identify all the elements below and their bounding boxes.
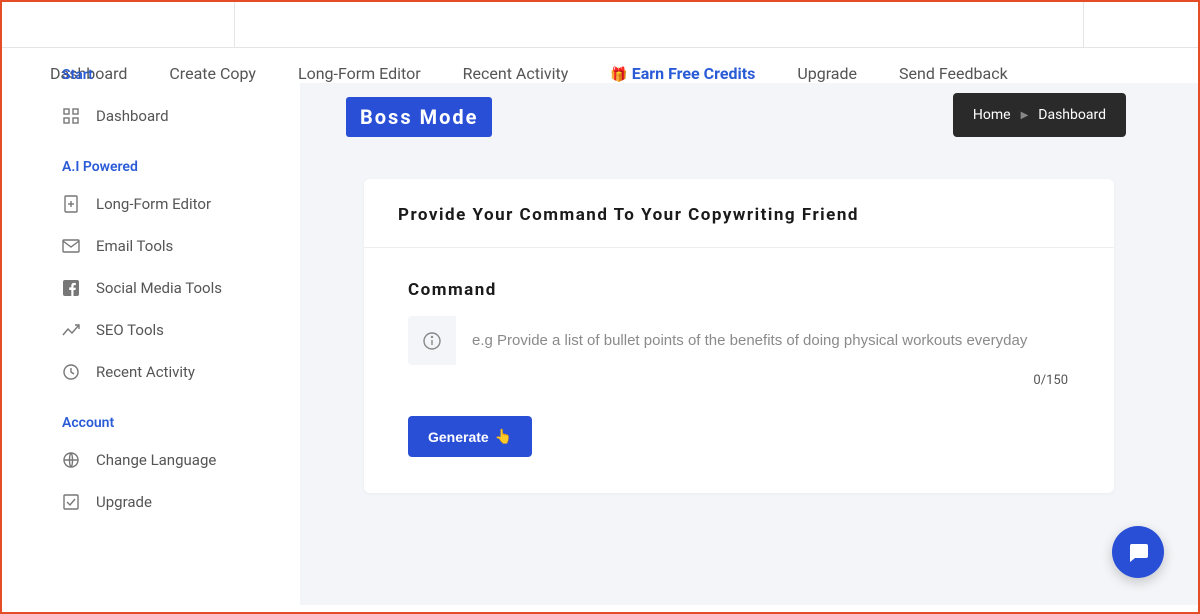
sidebar-item-seo[interactable]: SEO Tools bbox=[2, 309, 300, 351]
char-counter: 0/150 bbox=[408, 373, 1070, 388]
breadcrumb-current: Dashboard bbox=[1038, 107, 1106, 123]
pointing-hand-icon: 👆 bbox=[495, 428, 512, 445]
main: Start Dashboard A.I Powered Long-Form Ed… bbox=[2, 83, 1198, 605]
topnav-longform[interactable]: Long-Form Editor bbox=[298, 64, 421, 83]
sidebar: Start Dashboard A.I Powered Long-Form Ed… bbox=[2, 83, 300, 605]
topnav-upgrade[interactable]: Upgrade bbox=[797, 64, 857, 83]
card-body: Command 0/150 Generate 👆 bbox=[364, 248, 1114, 457]
content-area: Boss Mode Home ▶ Dashboard Provide Your … bbox=[300, 83, 1198, 605]
sidebar-item-language[interactable]: Change Language bbox=[2, 439, 300, 481]
sidebar-section-ai: A.I Powered bbox=[2, 137, 300, 183]
sidebar-item-email[interactable]: Email Tools bbox=[2, 225, 300, 267]
command-input-row bbox=[408, 316, 1070, 365]
trend-icon bbox=[62, 321, 80, 339]
command-input[interactable] bbox=[456, 316, 1070, 365]
sidebar-item-label: Change Language bbox=[96, 451, 216, 469]
sidebar-item-social[interactable]: Social Media Tools bbox=[2, 267, 300, 309]
command-card: Provide Your Command To Your Copywriting… bbox=[364, 179, 1114, 493]
sidebar-item-longform[interactable]: Long-Form Editor bbox=[2, 183, 300, 225]
mail-icon bbox=[62, 237, 80, 255]
breadcrumb-home[interactable]: Home bbox=[973, 107, 1011, 123]
generate-button[interactable]: Generate 👆 bbox=[408, 416, 532, 457]
chevron-right-icon: ▶ bbox=[1021, 110, 1029, 121]
sidebar-item-label: Social Media Tools bbox=[96, 279, 222, 297]
topbar bbox=[2, 2, 1198, 48]
facebook-icon bbox=[62, 279, 80, 297]
sidebar-item-dashboard[interactable]: Dashboard bbox=[2, 95, 300, 137]
sidebar-item-label: Dashboard bbox=[96, 107, 169, 125]
topbar-divider-right bbox=[1083, 2, 1084, 47]
topnav-earn-credits-label: Earn Free Credits bbox=[632, 64, 756, 83]
topnav-send-feedback[interactable]: Send Feedback bbox=[899, 64, 1008, 83]
sidebar-item-recent[interactable]: Recent Activity bbox=[2, 351, 300, 393]
sidebar-item-upgrade[interactable]: Upgrade bbox=[2, 481, 300, 523]
sidebar-item-label: Upgrade bbox=[96, 493, 152, 511]
sidebar-item-label: Recent Activity bbox=[96, 363, 195, 381]
sidebar-section-account: Account bbox=[2, 393, 300, 439]
clock-icon bbox=[62, 363, 80, 381]
globe-icon bbox=[62, 451, 80, 469]
info-icon bbox=[408, 316, 456, 365]
boss-mode-badge: Boss Mode bbox=[346, 97, 492, 137]
chat-fab[interactable] bbox=[1112, 526, 1164, 578]
topnav-recent-activity[interactable]: Recent Activity bbox=[463, 64, 569, 83]
breadcrumb: Home ▶ Dashboard bbox=[953, 93, 1126, 137]
file-plus-icon bbox=[62, 195, 80, 213]
grid-icon bbox=[62, 107, 80, 125]
topnav-earn-credits[interactable]: 🎁 Earn Free Credits bbox=[610, 64, 755, 83]
sidebar-section-start: Start bbox=[2, 67, 300, 95]
command-label: Command bbox=[408, 280, 1070, 300]
sidebar-item-label: Long-Form Editor bbox=[96, 195, 211, 213]
sidebar-item-label: Email Tools bbox=[96, 237, 173, 255]
chat-icon bbox=[1126, 540, 1150, 564]
generate-button-label: Generate bbox=[428, 429, 489, 445]
sidebar-item-label: SEO Tools bbox=[96, 321, 164, 339]
card-title: Provide Your Command To Your Copywriting… bbox=[364, 179, 1114, 248]
gift-icon: 🎁 bbox=[610, 67, 627, 83]
topbar-divider-left bbox=[234, 2, 235, 47]
check-square-icon bbox=[62, 493, 80, 511]
